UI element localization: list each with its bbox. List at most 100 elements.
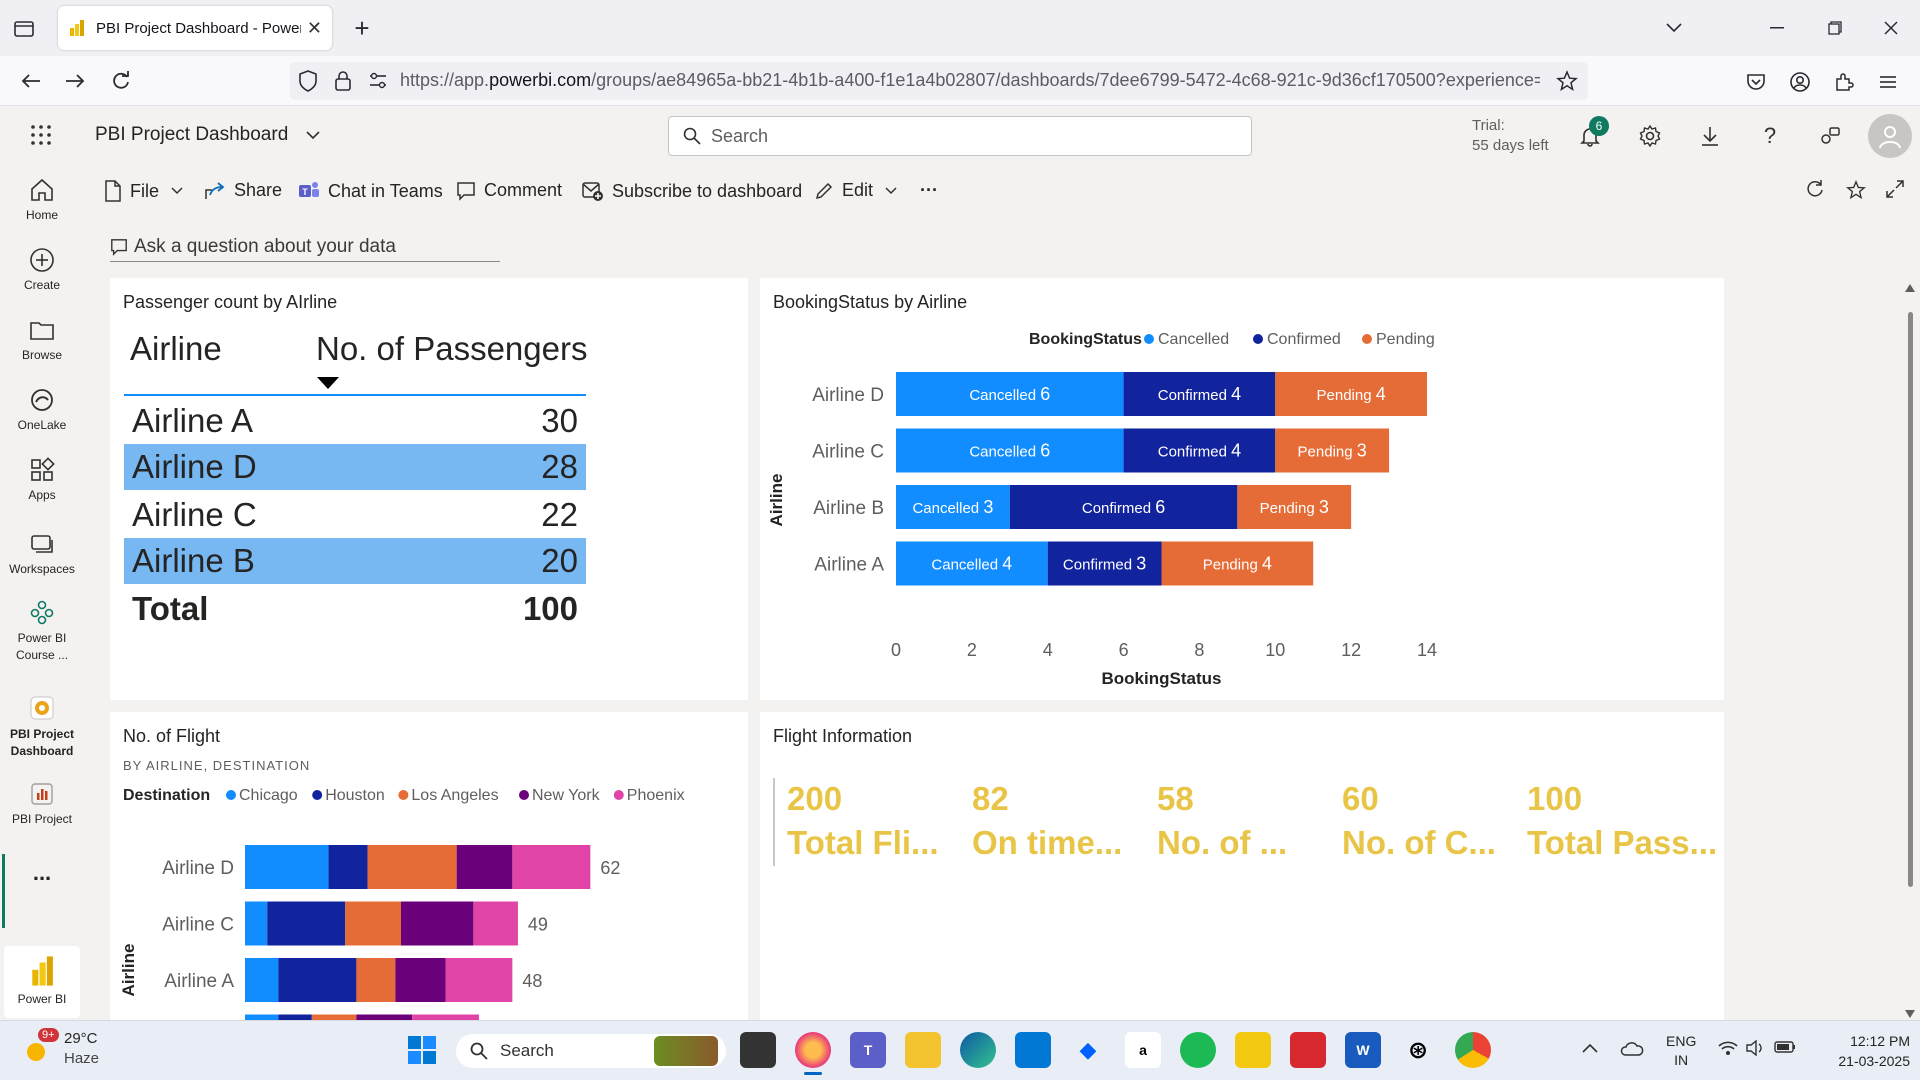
- nav-power-bi-course[interactable]: Power BI Course ...: [0, 598, 84, 664]
- legend-marker[interactable]: [1144, 334, 1154, 344]
- feedback-icon[interactable]: [1812, 118, 1848, 154]
- flights-tile[interactable]: No. of Flight BY AIRLINE, DESTINATION De…: [110, 712, 748, 1020]
- download-icon[interactable]: [1692, 118, 1728, 154]
- bar-segment[interactable]: [400, 901, 474, 946]
- bar-segment[interactable]: [473, 901, 518, 946]
- chrome-icon[interactable]: [1455, 1032, 1491, 1068]
- share-button[interactable]: Share: [204, 180, 282, 201]
- powerbi-icon[interactable]: [1235, 1032, 1271, 1068]
- table-row[interactable]: Airline D 28: [124, 444, 586, 490]
- account-icon[interactable]: [1786, 68, 1814, 96]
- firefox-icon[interactable]: [795, 1032, 831, 1068]
- column-header-passengers[interactable]: No. of Passengers: [316, 330, 587, 368]
- flights-chart[interactable]: Destination Chicago Houston Los Angeles New …: [110, 712, 748, 1020]
- edge-icon[interactable]: [960, 1032, 996, 1068]
- bar-segment[interactable]: [367, 845, 457, 889]
- passenger-count-tile[interactable]: Passenger count by AIrline Airline No. o…: [110, 278, 748, 700]
- bar-segment[interactable]: [328, 845, 368, 889]
- bar-segment[interactable]: [267, 901, 346, 946]
- bar-segment[interactable]: [245, 845, 329, 889]
- bar-segment[interactable]: [245, 958, 279, 1002]
- start-button[interactable]: [406, 1034, 438, 1071]
- onedrive-icon[interactable]: [1620, 1040, 1644, 1061]
- booking-status-tile[interactable]: BookingStatus by Airline BookingStatus Ca…: [760, 278, 1724, 700]
- nav-pbi-project-dashboard[interactable]: PBI Project Dashboard: [0, 694, 84, 760]
- taskbar-search[interactable]: Search: [456, 1034, 726, 1068]
- task-view-icon[interactable]: [740, 1032, 776, 1068]
- nav-create[interactable]: Create: [0, 246, 84, 292]
- bar-segment[interactable]: [245, 901, 268, 946]
- acrobat-icon[interactable]: [1290, 1032, 1326, 1068]
- chevron-down-icon[interactable]: [305, 124, 320, 146]
- bar-segment[interactable]: [512, 845, 591, 889]
- file-explorer-icon[interactable]: [905, 1032, 941, 1068]
- amazon-icon[interactable]: a: [1125, 1032, 1161, 1068]
- app-launcher-icon[interactable]: [30, 124, 54, 148]
- nav-power-bi[interactable]: Power BI: [4, 946, 80, 1018]
- table-row[interactable]: Airline A 30: [124, 398, 586, 444]
- reload-icon[interactable]: [106, 66, 136, 96]
- bar-segment[interactable]: [445, 958, 513, 1002]
- nav-more[interactable]: ...: [0, 860, 84, 886]
- scroll-up-arrow[interactable]: [1904, 280, 1916, 298]
- clock[interactable]: 12:12 PM 21-03-2025: [1810, 1031, 1910, 1071]
- bar-segment[interactable]: [278, 958, 357, 1002]
- new-tab-icon[interactable]: +: [348, 13, 376, 43]
- teams-icon[interactable]: T: [850, 1032, 886, 1068]
- word-icon[interactable]: W: [1345, 1032, 1381, 1068]
- flight-info-tile[interactable]: Flight Information 200 Total Fli... 82 O…: [760, 712, 1724, 1020]
- weather-widget[interactable]: 9+ 29°C Haze: [22, 1028, 122, 1072]
- browser-tab[interactable]: PBI Project Dashboard - Power BI ✕: [58, 6, 332, 50]
- bar-segment[interactable]: [345, 901, 401, 946]
- show-hidden-icons[interactable]: [1582, 1040, 1598, 1058]
- bar-segment[interactable]: [356, 958, 396, 1002]
- language-indicator[interactable]: ENG IN: [1666, 1032, 1696, 1070]
- volume-icon[interactable]: [1746, 1039, 1766, 1061]
- refresh-icon[interactable]: [1806, 180, 1832, 198]
- scrollbar-thumb[interactable]: [1908, 312, 1913, 887]
- subscribe-button[interactable]: Subscribe to dashboard: [582, 180, 802, 202]
- close-window-icon[interactable]: [1874, 14, 1908, 42]
- legend-marker[interactable]: [1253, 334, 1263, 344]
- help-icon[interactable]: ?: [1752, 118, 1788, 154]
- more-options-button[interactable]: ···: [920, 180, 938, 201]
- bookmark-star-icon[interactable]: [1556, 70, 1578, 97]
- fullscreen-icon[interactable]: [1886, 180, 1912, 198]
- booking-status-chart[interactable]: BookingStatus Cancelled Confirmed Pending Ai…: [760, 278, 1724, 700]
- table-row[interactable]: Airline B 20: [124, 538, 586, 584]
- legend-marker[interactable]: [1362, 334, 1372, 344]
- legend-marker[interactable]: [519, 790, 529, 800]
- legend-marker[interactable]: [398, 790, 409, 800]
- extensions-icon[interactable]: [1830, 68, 1858, 96]
- workspace-title[interactable]: PBI Project Dashboard: [95, 124, 320, 146]
- nav-apps[interactable]: Apps: [0, 456, 84, 502]
- close-tab-icon[interactable]: ✕: [307, 18, 322, 39]
- column-header-airline[interactable]: Airline: [130, 330, 222, 368]
- nav-pbi-project[interactable]: PBI Project: [0, 780, 84, 826]
- lock-icon[interactable]: [334, 70, 352, 97]
- nav-home[interactable]: Home: [0, 176, 84, 222]
- site-permissions-icon[interactable]: [368, 72, 388, 95]
- shield-icon[interactable]: [298, 70, 318, 97]
- chat-in-teams-button[interactable]: T Chat in Teams: [298, 180, 443, 202]
- battery-icon[interactable]: [1774, 1040, 1796, 1059]
- table-row[interactable]: Airline C 22: [124, 492, 586, 538]
- nav-workspaces[interactable]: Workspaces: [0, 530, 84, 576]
- minimize-icon[interactable]: [1760, 14, 1794, 42]
- file-menu-button[interactable]: File: [104, 180, 191, 202]
- favorite-star-icon[interactable]: [1846, 180, 1874, 200]
- restore-icon[interactable]: [1818, 14, 1852, 42]
- avatar[interactable]: [1868, 114, 1912, 158]
- comment-button[interactable]: Comment: [456, 180, 562, 201]
- search-input[interactable]: Search: [668, 116, 1252, 156]
- qna-input[interactable]: Ask a question about your data: [110, 232, 500, 262]
- menu-icon[interactable]: [1874, 68, 1902, 96]
- bar-segment[interactable]: [395, 958, 446, 1002]
- chevron-down-icon[interactable]: [1660, 16, 1688, 40]
- nav-onelake[interactable]: OneLake: [0, 386, 84, 432]
- legend-marker[interactable]: [226, 790, 236, 800]
- tab-list-icon[interactable]: [12, 16, 36, 40]
- store-icon[interactable]: [1015, 1032, 1051, 1068]
- pocket-icon[interactable]: [1742, 68, 1770, 96]
- dropbox-icon[interactable]: ◆: [1070, 1032, 1106, 1068]
